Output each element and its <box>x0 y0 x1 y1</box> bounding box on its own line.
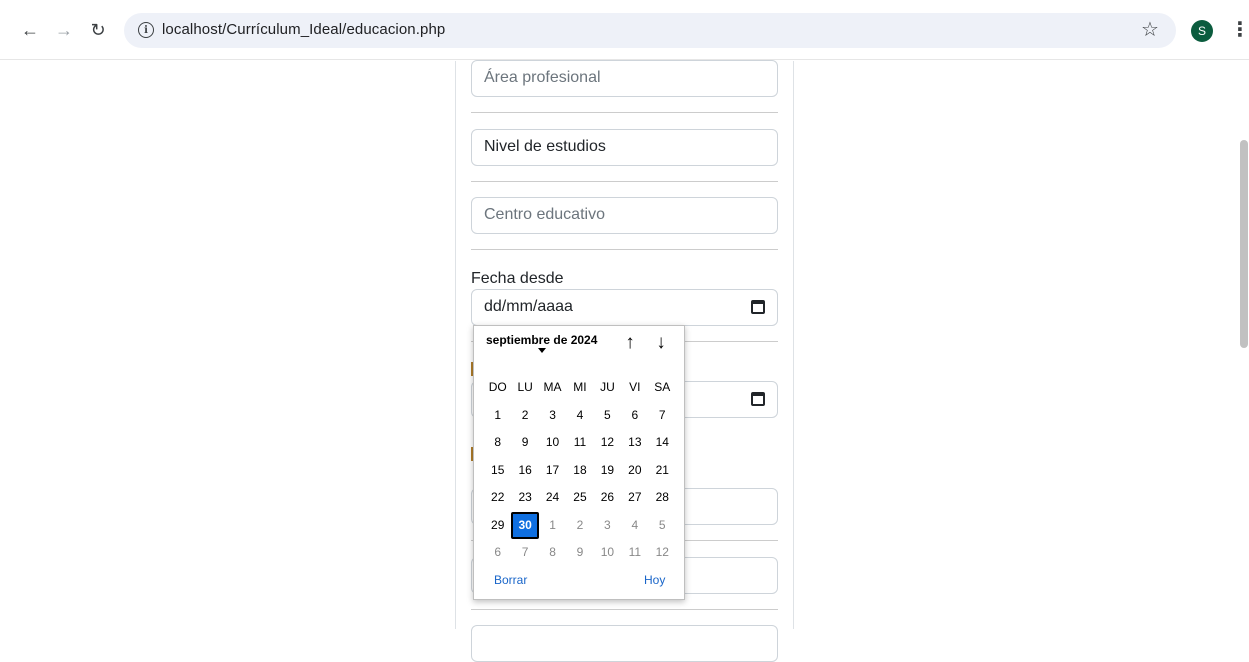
week-row: 29 30 1 2 3 4 5 <box>484 511 676 540</box>
week-row: 8 9 10 11 12 13 14 <box>484 429 676 457</box>
reload-icon[interactable]: ↻ <box>86 18 110 42</box>
day-cell[interactable]: 3 <box>539 402 566 430</box>
area-profesional-input[interactable]: Área profesional <box>471 60 778 97</box>
week-row: 15 16 17 18 19 20 21 <box>484 457 676 485</box>
week-row: 6 7 8 9 10 11 12 <box>484 539 676 567</box>
selected-day-cell[interactable]: 30 <box>511 511 539 539</box>
weekday-label: VI <box>629 380 641 394</box>
day-cell[interactable]: 6 <box>621 402 648 430</box>
day-cell[interactable]: 23 <box>511 484 538 512</box>
calendar-grid: DO LU MA MI JU VI SA 1 2 3 4 5 6 7 8 9 1… <box>484 374 676 567</box>
day-cell[interactable]: 16 <box>511 457 538 485</box>
browser-toolbar: ← → ↻ i localhost/Currículum_Ideal/educa… <box>0 0 1249 60</box>
kebab-menu-icon[interactable]: ⋮ <box>1230 17 1249 42</box>
next-month-day-cell[interactable]: 5 <box>649 512 676 540</box>
week-row: 1 2 3 4 5 6 7 <box>484 402 676 430</box>
day-cell[interactable]: 15 <box>484 457 511 485</box>
profile-avatar[interactable]: S <box>1191 20 1213 42</box>
day-cell[interactable]: 2 <box>511 402 538 430</box>
divider <box>471 112 778 113</box>
calendar-icon[interactable] <box>751 300 765 314</box>
today-button[interactable]: Hoy <box>644 573 665 587</box>
scrollbar-thumb[interactable] <box>1240 140 1248 348</box>
clear-button[interactable]: Borrar <box>494 573 527 587</box>
hidden-field-3[interactable] <box>471 625 778 662</box>
info-icon[interactable]: i <box>138 22 154 38</box>
next-month-day-cell[interactable]: 7 <box>511 539 538 567</box>
day-cell[interactable]: 29 <box>484 512 511 540</box>
next-month-day-cell[interactable]: 10 <box>594 539 621 567</box>
bookmark-star-icon[interactable]: ☆ <box>1141 17 1159 42</box>
day-cell[interactable]: 1 <box>484 402 511 430</box>
url-text[interactable]: localhost/Currículum_Ideal/educacion.php <box>162 21 445 38</box>
fecha-desde-value: dd/mm/aaaa <box>484 298 573 315</box>
day-cell[interactable]: 9 <box>511 429 538 457</box>
nivel-estudios-select[interactable]: Nivel de estudios <box>471 129 778 166</box>
day-cell[interactable]: 28 <box>649 484 676 512</box>
week-row: 22 23 24 25 26 27 28 <box>484 484 676 512</box>
day-cell[interactable]: 5 <box>594 402 621 430</box>
back-arrow-icon[interactable]: ← <box>18 18 42 42</box>
address-bar[interactable]: i localhost/Currículum_Ideal/educacion.p… <box>124 13 1176 48</box>
next-month-day-cell[interactable]: 12 <box>649 539 676 567</box>
divider <box>471 181 778 182</box>
day-cell[interactable]: 24 <box>539 484 566 512</box>
day-cell[interactable]: 17 <box>539 457 566 485</box>
centro-educativo-input[interactable]: Centro educativo <box>471 197 778 234</box>
next-month-day-cell[interactable]: 11 <box>621 539 648 567</box>
fecha-desde-label: Fecha desde <box>471 270 564 287</box>
fecha-desde-input[interactable]: dd/mm/aaaa <box>471 289 778 326</box>
weekday-label: LU <box>517 380 533 394</box>
day-cell[interactable]: 27 <box>621 484 648 512</box>
next-month-day-cell[interactable]: 1 <box>539 512 566 540</box>
next-month-day-cell[interactable]: 3 <box>594 512 621 540</box>
forward-arrow-icon[interactable]: → <box>52 18 76 42</box>
weekday-label: DO <box>488 380 507 394</box>
day-cell[interactable]: 8 <box>484 429 511 457</box>
weekday-label: MI <box>573 380 587 394</box>
next-month-day-cell[interactable]: 4 <box>621 512 648 540</box>
divider <box>471 249 778 250</box>
day-cell[interactable]: 21 <box>649 457 676 485</box>
calendar-icon[interactable] <box>751 392 765 406</box>
day-cell[interactable]: 18 <box>566 457 593 485</box>
day-cell[interactable]: 4 <box>566 402 593 430</box>
next-month-arrow-icon[interactable]: ↓ <box>651 332 671 356</box>
next-month-day-cell[interactable]: 6 <box>484 539 511 567</box>
day-cell[interactable]: 22 <box>484 484 511 512</box>
divider <box>471 609 778 610</box>
next-month-day-cell[interactable]: 2 <box>566 512 593 540</box>
scrollbar[interactable] <box>1239 61 1249 629</box>
day-cell[interactable]: 26 <box>594 484 621 512</box>
day-cell[interactable]: 19 <box>594 457 621 485</box>
day-cell[interactable]: 10 <box>539 429 566 457</box>
weekday-label: JU <box>600 380 615 394</box>
date-picker-popup: septiembre de 2024 ↑ ↓ DO LU MA MI JU VI… <box>473 325 685 600</box>
day-cell[interactable]: 12 <box>594 429 621 457</box>
day-cell[interactable]: 11 <box>566 429 593 457</box>
next-month-day-cell[interactable]: 8 <box>539 539 566 567</box>
day-cell[interactable]: 7 <box>649 402 676 430</box>
month-year-selector[interactable]: septiembre de 2024 <box>486 333 597 347</box>
caret-down-icon[interactable] <box>538 348 546 353</box>
next-month-day-cell[interactable]: 9 <box>566 539 593 567</box>
weekday-label: MA <box>543 380 562 394</box>
day-cell[interactable]: 13 <box>621 429 648 457</box>
weekday-header: DO LU MA MI JU VI SA <box>484 374 676 402</box>
previous-month-arrow-icon[interactable]: ↑ <box>620 332 640 356</box>
weekday-label: SA <box>654 380 671 394</box>
day-cell[interactable]: 20 <box>621 457 648 485</box>
day-cell[interactable]: 14 <box>649 429 676 457</box>
day-cell[interactable]: 25 <box>566 484 593 512</box>
